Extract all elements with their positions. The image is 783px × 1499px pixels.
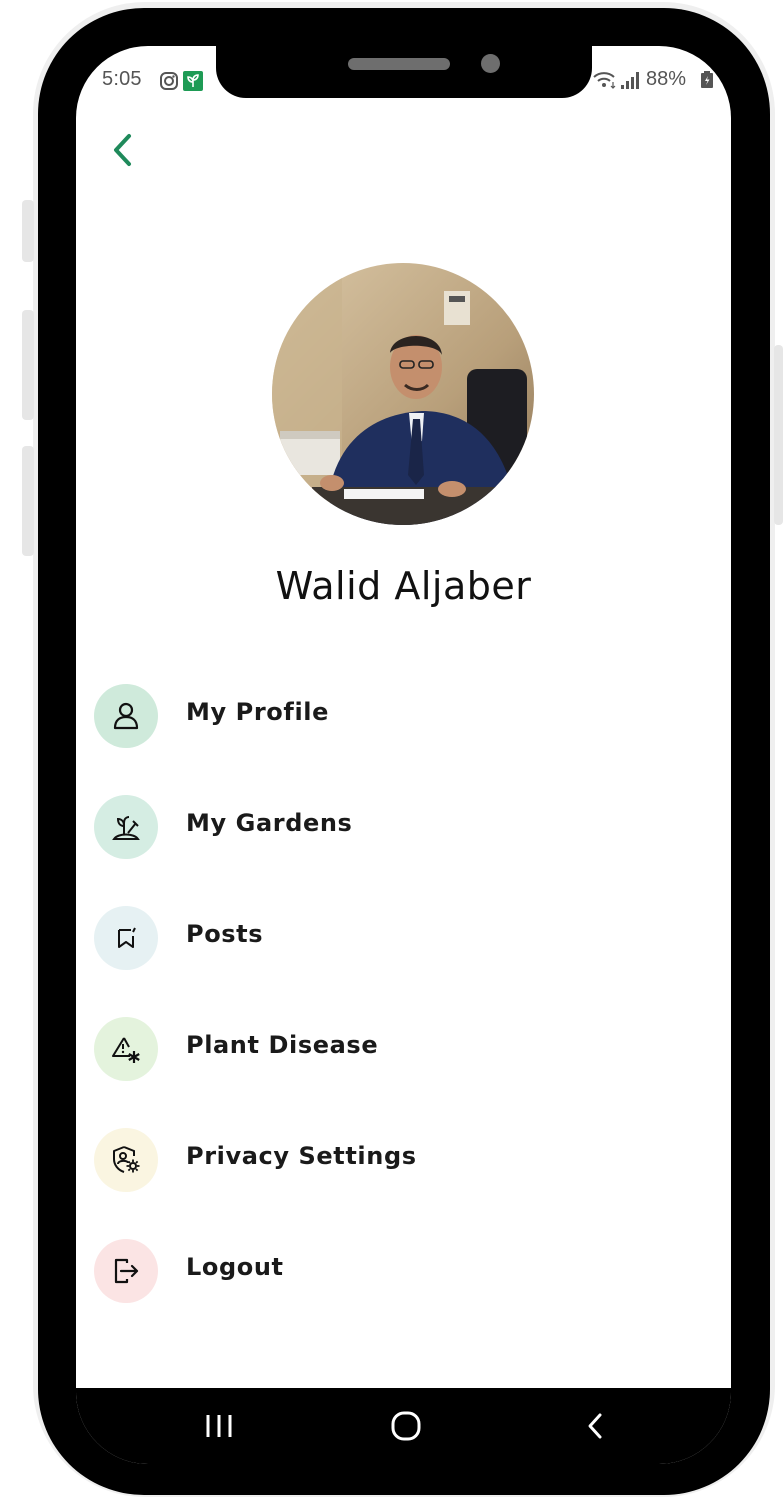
- signal-icon: [620, 70, 642, 94]
- profile-photo: [272, 263, 534, 525]
- battery-icon: [700, 71, 714, 93]
- menu-icon-bg: [94, 1128, 158, 1192]
- menu-item-my-gardens[interactable]: My Gardens: [94, 795, 594, 861]
- home-button[interactable]: [376, 1406, 436, 1446]
- menu-item-logout[interactable]: Logout: [94, 1239, 594, 1305]
- avatar[interactable]: [272, 263, 534, 525]
- person-icon: [113, 702, 139, 730]
- menu-icon-bg: [94, 684, 158, 748]
- menu-label: Posts: [186, 920, 264, 948]
- camera-notch: [216, 46, 592, 98]
- app-screen: 5:05 88% Walid Aljaber My Profile My Gar…: [76, 46, 731, 1464]
- system-navigation-bar: [76, 1388, 731, 1464]
- menu-label: Privacy Settings: [186, 1142, 417, 1170]
- menu-label: My Profile: [186, 698, 329, 726]
- warning-icon: [112, 1037, 140, 1063]
- menu-icon-bg: [94, 1017, 158, 1081]
- garden-icon: [112, 816, 140, 840]
- menu-item-posts[interactable]: Posts: [94, 906, 594, 972]
- chevron-left-icon: [114, 134, 131, 166]
- instagram-icon: [159, 71, 179, 95]
- user-name: Walid Aljaber: [275, 564, 532, 608]
- menu-item-plant-disease[interactable]: Plant Disease: [94, 1017, 594, 1083]
- shield-gear-icon: [113, 1146, 140, 1173]
- side-button-power: [774, 345, 783, 525]
- earpiece-speaker: [348, 58, 450, 70]
- back-button[interactable]: [104, 128, 144, 172]
- menu-label: Logout: [186, 1253, 284, 1281]
- logout-icon: [114, 1258, 139, 1284]
- menu-item-privacy-settings[interactable]: Privacy Settings: [94, 1128, 594, 1194]
- side-button-mute: [22, 200, 34, 262]
- menu-item-my-profile[interactable]: My Profile: [94, 684, 594, 750]
- front-camera: [481, 54, 500, 73]
- battery-percentage: 88%: [646, 68, 687, 90]
- chevron-left-icon: [588, 1413, 602, 1439]
- menu-label: Plant Disease: [186, 1031, 379, 1059]
- system-back-button[interactable]: [566, 1406, 626, 1446]
- app-notification-icon: [183, 71, 203, 95]
- recent-apps-icon: [206, 1415, 232, 1437]
- side-button-volume-up: [22, 310, 34, 420]
- home-icon: [391, 1411, 421, 1441]
- side-button-volume-down: [22, 446, 34, 556]
- wifi-icon: [592, 69, 618, 93]
- menu-icon-bg: [94, 795, 158, 859]
- recent-apps-button[interactable]: [189, 1406, 249, 1446]
- menu-icon-bg: [94, 1239, 158, 1303]
- menu-label: My Gardens: [186, 809, 353, 837]
- bookmark-icon: [118, 927, 136, 948]
- status-time: 5:05: [102, 68, 142, 90]
- menu-icon-bg: [94, 906, 158, 970]
